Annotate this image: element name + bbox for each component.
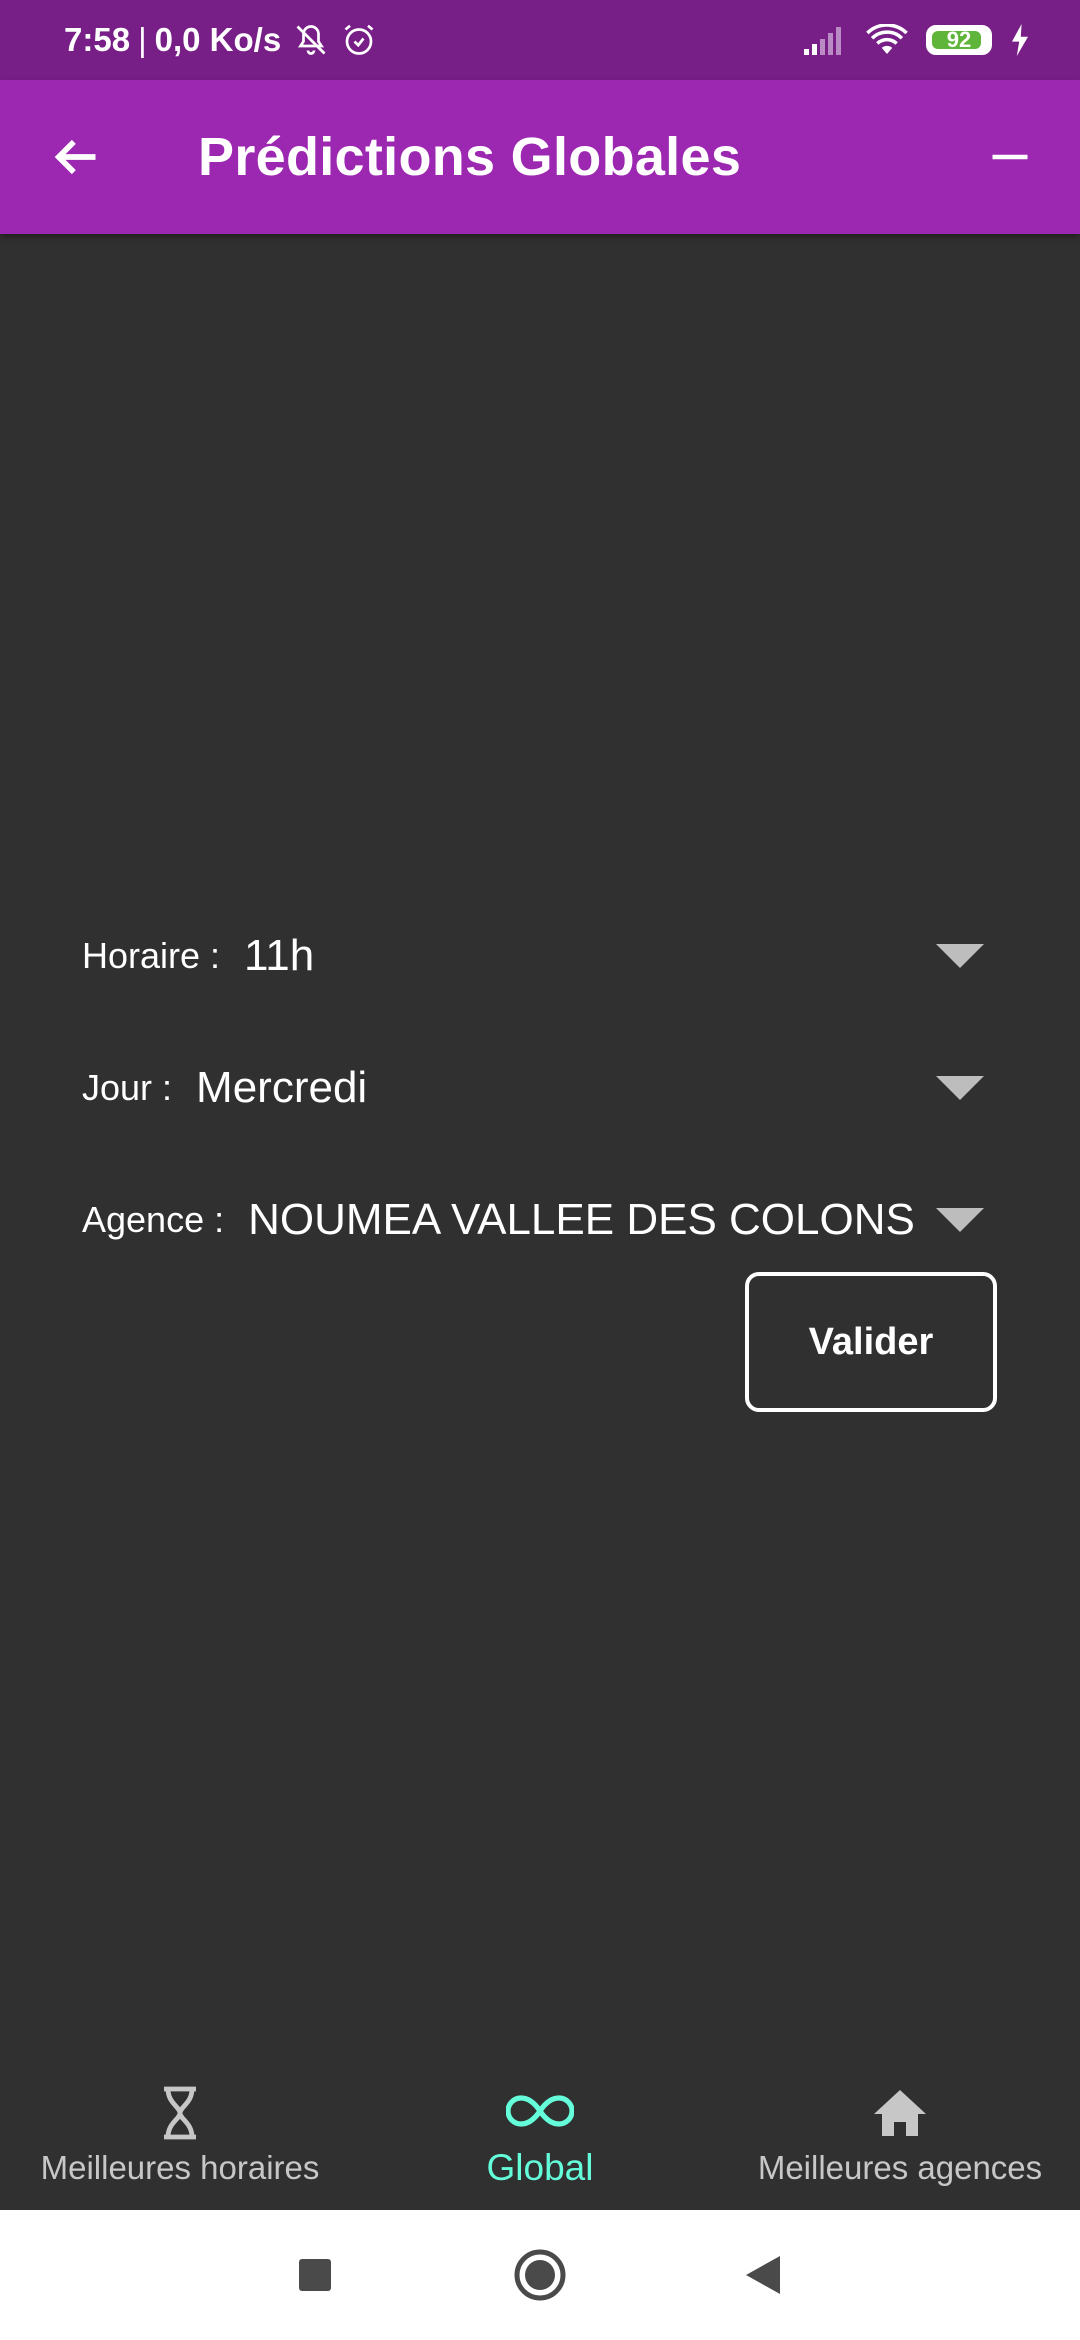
horaire-value: 11h — [244, 931, 315, 980]
status-bar-right: 92 — [804, 0, 1030, 80]
jour-dropdown[interactable]: Jour : Mercredi — [82, 1022, 998, 1154]
bell-off-icon — [296, 25, 326, 55]
prediction-form: Horaire : 11h Jour : Mercredi Agence : N… — [82, 890, 998, 1286]
app-bar: Prédictions Globales — [0, 80, 1080, 234]
back-system-button[interactable] — [713, 2210, 813, 2340]
horaire-dropdown[interactable]: Horaire : 11h — [82, 890, 998, 1022]
valider-button[interactable]: Valider — [745, 1272, 997, 1412]
minus-icon — [992, 154, 1028, 160]
jour-label: Jour : — [82, 1067, 173, 1108]
battery-level: 92 — [946, 27, 972, 52]
jour-value: Mercredi — [196, 1063, 368, 1112]
nav-label-meilleures-agences: Meilleures agences — [757, 2149, 1043, 2186]
charging-icon — [1012, 24, 1028, 56]
recents-button[interactable] — [265, 2210, 365, 2340]
battery-icon: 92 — [926, 25, 992, 55]
wifi-icon — [866, 24, 908, 54]
hourglass-icon — [164, 2086, 196, 2140]
bottom-navigation: Meilleures horaires Global Meilleures ag… — [0, 2060, 1080, 2210]
collapse-button[interactable] — [970, 117, 1050, 197]
chevron-down-icon — [936, 1076, 984, 1100]
page-title: Prédictions Globales — [198, 127, 742, 187]
agence-dropdown[interactable]: Agence : NOUMEA VALLEE DES COLONS — [82, 1154, 998, 1286]
home-button[interactable] — [490, 2210, 590, 2340]
infinity-icon — [506, 2095, 574, 2127]
nav-label-global: Global — [486, 2147, 594, 2188]
status-time: 7:58 — [64, 21, 131, 58]
nav-item-meilleures-horaires[interactable]: Meilleures horaires — [0, 2060, 360, 2210]
signal-icon — [804, 27, 841, 55]
home-circle-icon — [514, 2249, 566, 2301]
home-icon — [874, 2090, 926, 2136]
nav-item-global[interactable]: Global — [360, 2060, 720, 2210]
recents-icon — [299, 2259, 331, 2291]
back-button[interactable] — [36, 117, 116, 197]
horaire-label: Horaire : — [82, 935, 221, 976]
system-navigation-bar — [0, 2210, 1080, 2340]
back-triangle-icon — [746, 2256, 780, 2294]
status-bar: 7:58 | 0,0 Ko/s 92 — [0, 0, 1080, 80]
status-bar-left: 7:58 | 0,0 Ko/s — [64, 0, 377, 80]
chevron-down-icon — [936, 944, 984, 968]
agence-value: NOUMEA VALLEE DES COLONS — [248, 1195, 915, 1244]
agence-label: Agence : — [82, 1199, 225, 1240]
alarm-icon — [344, 24, 374, 55]
status-network-speed: 0,0 Ko/s — [154, 21, 282, 58]
status-separator: | — [138, 21, 147, 58]
nav-item-meilleures-agences[interactable]: Meilleures agences — [720, 2060, 1080, 2210]
nav-label-meilleures-horaires: Meilleures horaires — [40, 2149, 320, 2186]
arrow-back-icon — [54, 139, 96, 175]
chevron-down-icon — [936, 1208, 984, 1232]
